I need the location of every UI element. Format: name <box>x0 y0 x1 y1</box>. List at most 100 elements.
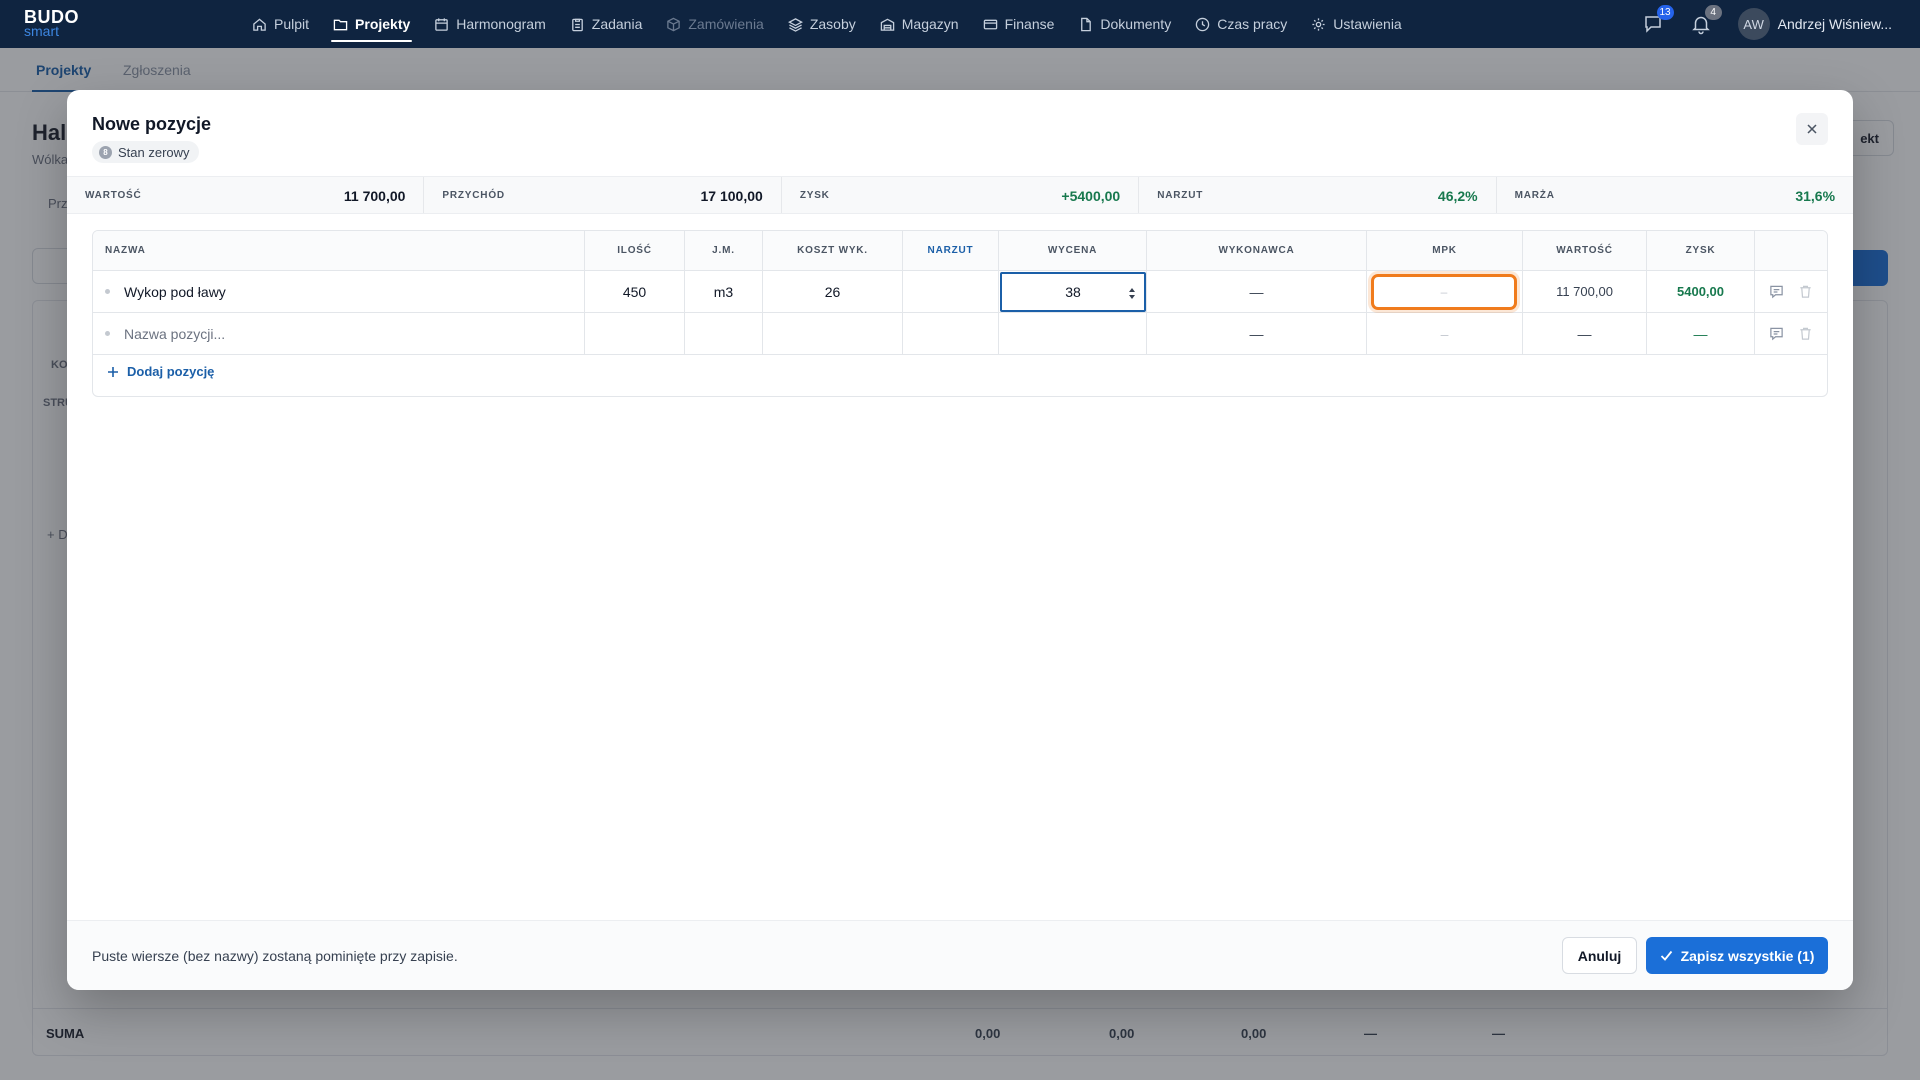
card-icon <box>983 19 997 29</box>
col-profit: ZYSK <box>1647 231 1755 270</box>
user-menu[interactable]: AW Andrzej Wiśniew... <box>1737 8 1892 40</box>
mpk-cell[interactable]: – <box>1367 313 1523 354</box>
nav-label: Projekty <box>355 16 411 32</box>
mpk-input[interactable]: – <box>1371 274 1517 310</box>
stat-value: WARTOŚĆ 11 700,00 <box>67 177 425 213</box>
warehouse-icon <box>880 18 895 31</box>
markup-cell[interactable] <box>903 271 999 312</box>
app-logo[interactable]: BUDO smart <box>24 8 84 40</box>
stat-number: +5400,00 <box>1061 188 1121 204</box>
markup-cell[interactable] <box>903 313 999 354</box>
footer-note: Puste wiersze (bez nazwy) zostaną pomini… <box>92 948 458 964</box>
clipboard-icon <box>571 18 583 31</box>
profit-amount: 5400,00 <box>1677 284 1724 299</box>
nav-item-zasoby[interactable]: Zasoby <box>776 0 868 48</box>
nav-item-ustawienia[interactable]: Ustawienia <box>1299 0 1413 48</box>
stat-profit: ZYSK +5400,00 <box>782 177 1140 213</box>
stat-number: 17 100,00 <box>700 188 763 204</box>
price-cell[interactable] <box>999 313 1147 354</box>
stat-label: ZYSK <box>799 190 830 201</box>
notifications-button[interactable]: 4 <box>1690 5 1722 35</box>
top-navbar: BUDO smart Pulpit Projekty Harmonogram Z… <box>0 0 1920 48</box>
nav-item-dokumenty[interactable]: Dokumenty <box>1066 0 1183 48</box>
row-actions <box>1755 313 1827 354</box>
comment-icon[interactable] <box>1769 284 1784 299</box>
row-bullet <box>105 331 110 336</box>
close-button[interactable] <box>1796 113 1828 145</box>
top-right-actions: 13 4 AW Andrzej Wiśniew... <box>1642 0 1892 48</box>
close-icon <box>1807 124 1817 134</box>
comment-icon[interactable] <box>1769 326 1784 341</box>
nav-item-magazyn[interactable]: Magazyn <box>868 0 971 48</box>
main-nav: Pulpit Projekty Harmonogram Zadania Zamó… <box>240 0 1414 48</box>
messages-count-badge: 13 <box>1656 5 1674 20</box>
qty-cell[interactable] <box>585 313 685 354</box>
trash-icon[interactable] <box>1798 326 1813 341</box>
unit-cell[interactable] <box>685 313 763 354</box>
nav-label: Magazyn <box>901 16 959 32</box>
name-cell[interactable]: Nazwa pozycji... <box>93 313 585 354</box>
grid-header: NAZWA ILOŚĆ J.M. KOSZT WYK. NARZUT WYCEN… <box>93 231 1827 271</box>
new-positions-modal: Nowe pozycje 8 Stan zerowy WARTOŚĆ 11 70… <box>67 90 1853 990</box>
nav-item-projekty[interactable]: Projekty <box>321 0 422 48</box>
name-cell[interactable]: Wykop pod ławy <box>93 271 585 312</box>
contractor-cell[interactable]: — <box>1147 271 1367 312</box>
home-icon <box>253 17 266 31</box>
col-contractor: WYKONAWCA <box>1147 231 1367 270</box>
nav-label: Harmonogram <box>456 16 546 32</box>
row-actions <box>1755 271 1827 312</box>
price-cell[interactable]: 38 <box>999 271 1147 312</box>
nav-label: Pulpit <box>274 16 310 32</box>
summary-stats: WARTOŚĆ 11 700,00 PRZYCHÓD 17 100,00 ZYS… <box>67 176 1853 214</box>
stat-label: MARŻA <box>1514 190 1555 201</box>
col-qty: ILOŚĆ <box>585 231 685 270</box>
nav-item-finanse[interactable]: Finanse <box>971 0 1067 48</box>
stage-label: Stan zerowy <box>118 144 190 160</box>
mpk-value: – <box>1440 285 1448 299</box>
clock-icon <box>1195 17 1210 31</box>
nav-item-zamowienia[interactable]: Zamówienia <box>654 0 775 48</box>
check-icon <box>1660 950 1672 961</box>
mpk-cell[interactable]: – <box>1367 271 1523 312</box>
col-name: NAZWA <box>93 231 585 270</box>
stepper-icon[interactable] <box>1128 287 1136 300</box>
nav-label: Ustawienia <box>1333 16 1402 32</box>
stage-number: 8 <box>99 145 112 159</box>
nav-item-zadania[interactable]: Zadania <box>558 0 655 48</box>
contractor-value: — <box>1249 283 1264 300</box>
cancel-button[interactable]: Anuluj <box>1562 937 1637 974</box>
stat-margin: MARŻA 31,6% <box>1497 177 1853 213</box>
mpk-value: – <box>1440 325 1449 342</box>
qty-cell[interactable]: 450 <box>585 271 685 312</box>
modal-title: Nowe pozycje <box>92 114 212 134</box>
col-unit: J.M. <box>685 231 763 270</box>
nav-label: Czas pracy <box>1217 16 1288 32</box>
stat-label: NARZUT <box>1157 190 1204 201</box>
plus-icon <box>108 366 118 377</box>
price-input[interactable]: 38 <box>1000 272 1146 312</box>
nav-item-czas-pracy[interactable]: Czas pracy <box>1183 0 1299 48</box>
nav-item-pulpit[interactable]: Pulpit <box>240 0 321 48</box>
save-all-button[interactable]: Zapisz wszystkie (1) <box>1646 937 1828 974</box>
cost-cell[interactable] <box>763 313 903 354</box>
contractor-cell[interactable]: — <box>1147 313 1367 354</box>
calendar-icon <box>435 17 449 31</box>
col-markup[interactable]: NARZUT <box>903 231 999 270</box>
table-row: Wykop pod ławy 450 m3 26 38 — – 11 700,0… <box>93 271 1827 313</box>
layers-icon <box>787 17 803 32</box>
nav-label: Finanse <box>1004 16 1055 32</box>
col-cost: KOSZT WYK. <box>763 231 903 270</box>
gear-icon <box>1312 17 1325 31</box>
stat-number: 46,2% <box>1437 188 1478 204</box>
avatar: AW <box>1737 8 1770 40</box>
profit-amount: — <box>1693 325 1708 342</box>
cost-cell[interactable]: 26 <box>763 271 903 312</box>
messages-button[interactable]: 13 <box>1642 5 1674 35</box>
trash-icon[interactable] <box>1798 284 1813 299</box>
stage-badge: 8 Stan zerowy <box>92 141 199 163</box>
unit-cell[interactable]: m3 <box>685 271 763 312</box>
profit-cell: — <box>1647 313 1755 354</box>
add-position-label: Dodaj pozycję <box>127 364 215 379</box>
nav-item-harmonogram[interactable]: Harmonogram <box>422 0 557 48</box>
add-position-button[interactable]: Dodaj pozycję <box>107 364 214 379</box>
